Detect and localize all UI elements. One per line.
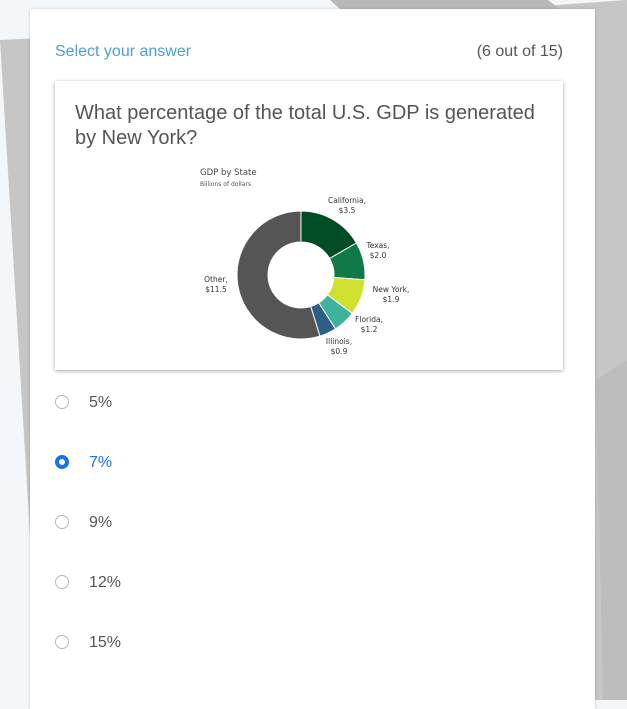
answer-option-label: 9%: [89, 514, 113, 531]
select-answer-label: Select your answer: [55, 43, 192, 60]
answer-option-label: 7%: [89, 454, 113, 471]
question-progress: (6 out of 15): [476, 43, 563, 60]
radio-button-selected[interactable]: [55, 455, 69, 469]
answer-option[interactable]: 5%: [55, 392, 355, 416]
answer-option[interactable]: 12%: [55, 572, 355, 596]
slice-label: California,: [328, 196, 366, 205]
slice-label: Other,: [204, 275, 228, 284]
radio-button[interactable]: [55, 515, 69, 529]
answer-option[interactable]: 15%: [55, 632, 355, 656]
card-header: Select your answer (6 out of 15): [55, 43, 563, 63]
answer-option-label: 12%: [89, 574, 122, 591]
gdp-donut-chart: GDP by State Billions of dollars Californi…: [200, 168, 410, 356]
slice-value-label: $3.5: [339, 206, 356, 215]
slice-value-label: $2.0: [370, 251, 387, 260]
chart-subtitle: Billions of dollars: [200, 181, 251, 188]
slice-value-label: $1.9: [383, 295, 400, 304]
question-card: Select your answer (6 out of 15) What pe…: [30, 9, 595, 709]
answer-option-label: 15%: [89, 634, 122, 651]
slice-label: Illinois,: [326, 337, 352, 346]
slice-label: New York,: [373, 285, 410, 294]
answer-option-label: 5%: [89, 394, 113, 411]
slice-value-label: $1.2: [361, 325, 378, 334]
question-box: What percentage of the total U.S. GDP is…: [55, 81, 563, 370]
slice-label: Florida,: [355, 315, 383, 324]
slice-label: Texas,: [365, 241, 389, 250]
answer-option[interactable]: 7%: [55, 452, 355, 476]
slice-value-label: $0.9: [331, 347, 348, 356]
answer-option[interactable]: 9%: [55, 512, 355, 536]
slice-value-label: $11.5: [205, 285, 227, 294]
radio-button[interactable]: [55, 395, 69, 409]
radio-button[interactable]: [55, 575, 69, 589]
radio-button[interactable]: [55, 635, 69, 649]
chart-title: GDP by State: [200, 168, 257, 178]
